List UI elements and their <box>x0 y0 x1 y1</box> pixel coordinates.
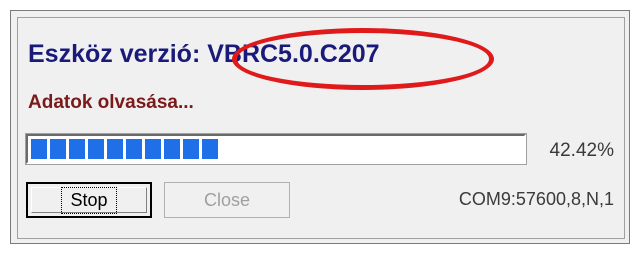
device-version-title: Eszköz verzió: VBRC5.0.C207 <box>28 40 380 68</box>
status-message: Adatok olvasása... <box>28 92 194 113</box>
progress-percent: 42.42% <box>549 140 614 161</box>
close-button[interactable]: Close <box>164 182 290 218</box>
port-info: COM9:57600,8,N,1 <box>458 189 614 209</box>
screenshot-frame: Eszköz verzió: VBRC5.0.C207 Adatok olvas… <box>0 0 634 259</box>
stop-button-label: Stop <box>61 186 117 214</box>
progress-fill <box>31 139 218 159</box>
progress-bar <box>26 134 526 164</box>
stop-button[interactable]: Stop <box>26 182 152 218</box>
